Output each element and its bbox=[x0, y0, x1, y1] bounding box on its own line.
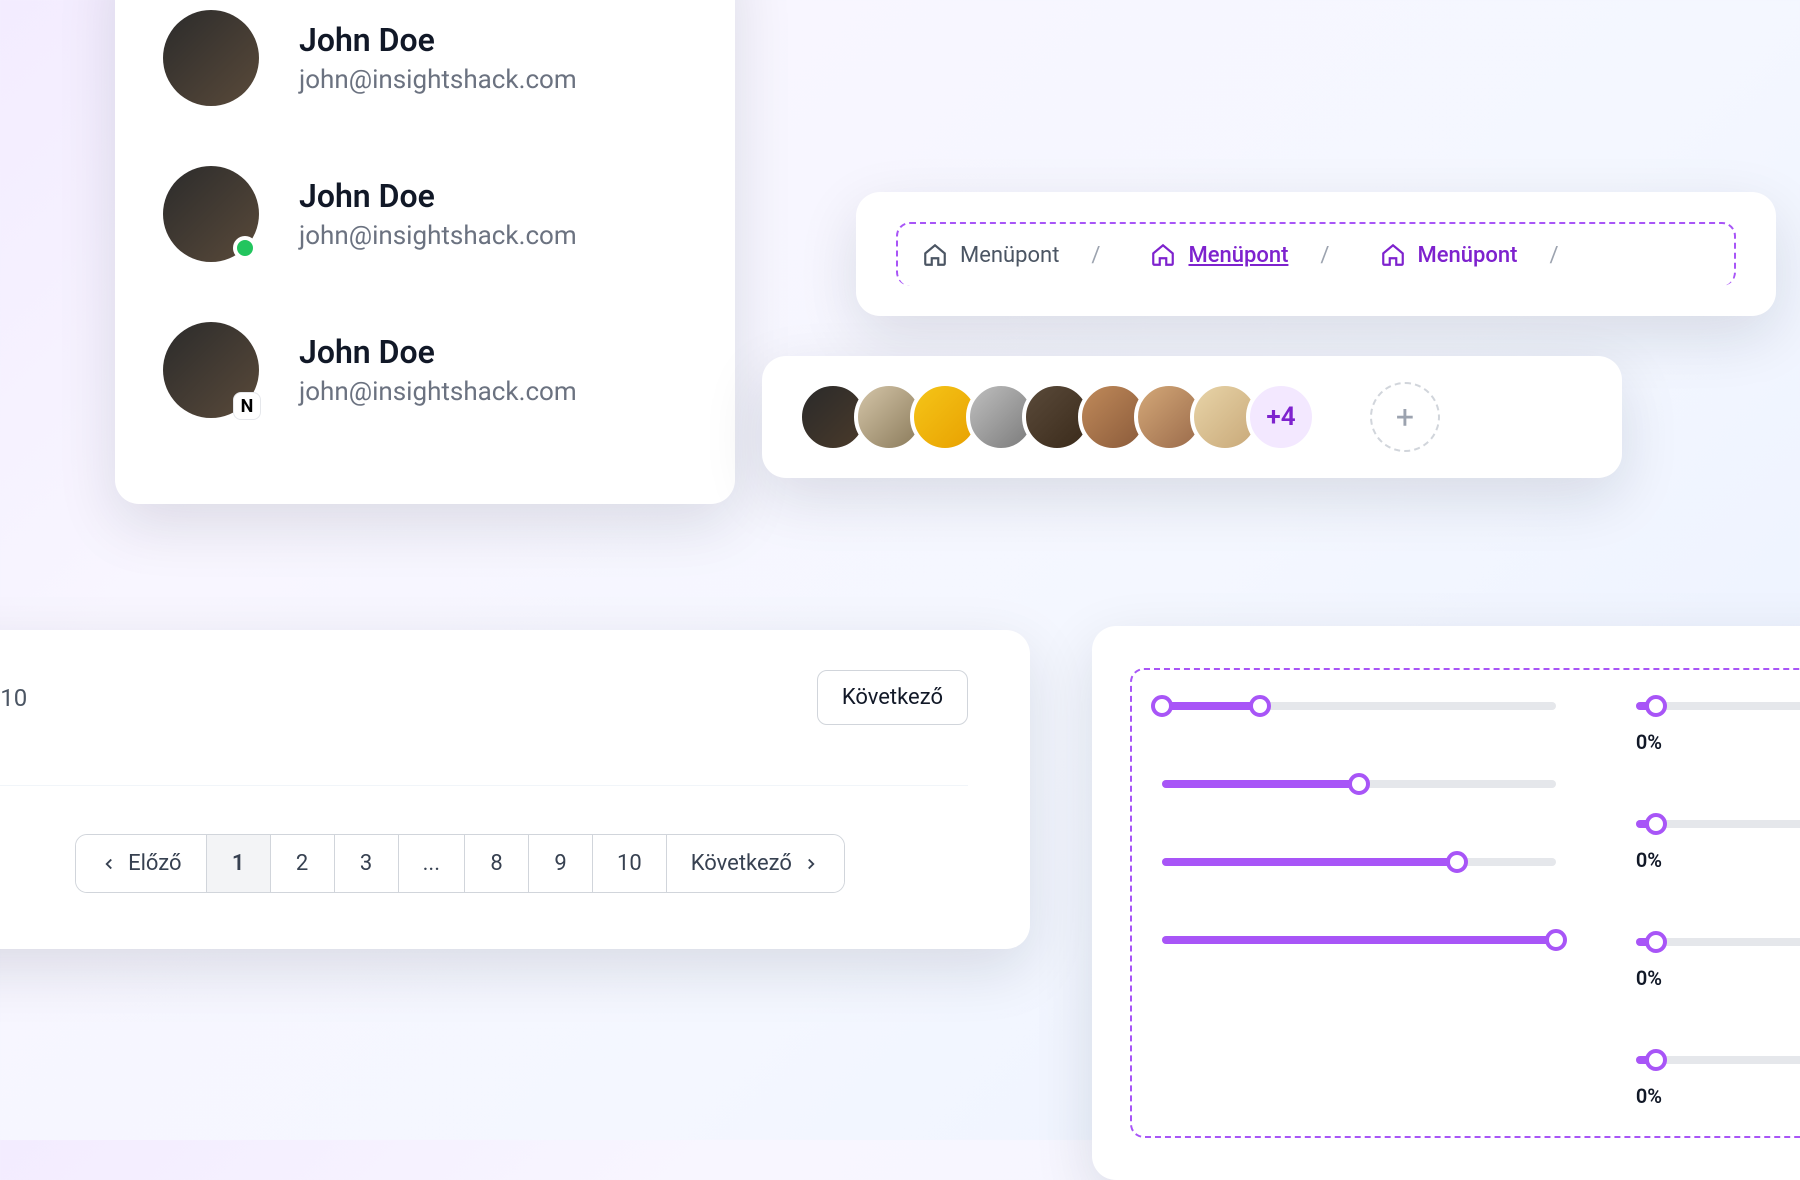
app-badge-icon: N bbox=[233, 392, 261, 420]
pagination: Előző 1 2 3 ... 8 9 10 Következő bbox=[75, 834, 845, 893]
pager-prev-label: Előző bbox=[128, 851, 182, 876]
slider-column-right: 0% 0% 0% 0% bbox=[1636, 698, 1800, 1108]
slider-handle[interactable] bbox=[1249, 695, 1271, 717]
slider[interactable] bbox=[1162, 776, 1556, 792]
status-online-icon bbox=[233, 236, 257, 260]
pager-page-button[interactable]: 2 bbox=[271, 835, 335, 892]
contact-name: John Doe bbox=[299, 177, 577, 215]
pager-page-button[interactable]: 8 bbox=[465, 835, 529, 892]
breadcrumb-label: Menüpont bbox=[1418, 243, 1518, 268]
plus-icon: + bbox=[1396, 398, 1414, 436]
avatar bbox=[163, 10, 259, 106]
breadcrumb-card: Menüpont / Menüpont / Menüpont / bbox=[856, 192, 1776, 316]
pager-page-button[interactable]: 9 bbox=[529, 835, 593, 892]
slider-column-left bbox=[1162, 698, 1556, 1108]
slider-value-label: 0% bbox=[1636, 1084, 1800, 1108]
slider-value-label: 0% bbox=[1636, 966, 1800, 990]
breadcrumb-item[interactable]: Menüpont / bbox=[922, 242, 1100, 268]
contact-row[interactable]: N John Doe john@insightshack.com bbox=[163, 292, 687, 448]
breadcrumb-separator: / bbox=[1091, 243, 1100, 268]
avatar-stack: +4 bbox=[798, 382, 1316, 452]
avatar bbox=[163, 166, 259, 262]
slider-handle[interactable] bbox=[1545, 929, 1567, 951]
slider[interactable] bbox=[1636, 1052, 1800, 1068]
slider-handle[interactable] bbox=[1151, 695, 1173, 717]
breadcrumb-separator: / bbox=[1549, 243, 1558, 268]
contact-name: John Doe bbox=[299, 333, 577, 371]
contact-row[interactable]: John Doe john@insightshack.com bbox=[163, 136, 687, 292]
breadcrumb-item[interactable]: Menüpont / bbox=[1380, 242, 1559, 268]
slider-handle[interactable] bbox=[1446, 851, 1468, 873]
chevron-right-icon bbox=[802, 855, 820, 873]
slider-handle[interactable] bbox=[1645, 931, 1667, 953]
slider[interactable] bbox=[1162, 932, 1556, 948]
breadcrumb-label: Menüpont bbox=[960, 243, 1059, 268]
pagination-card: al 1/10 Következő Előző 1 2 3 ... 8 9 10… bbox=[0, 630, 1030, 949]
pager-page-button[interactable]: 10 bbox=[593, 835, 667, 892]
pager-ellipsis: ... bbox=[399, 835, 465, 892]
pager-prev-button[interactable]: Előző bbox=[76, 835, 207, 892]
slider[interactable] bbox=[1162, 854, 1556, 870]
slider-value-label: 0% bbox=[1636, 730, 1800, 754]
slider-handle[interactable] bbox=[1645, 813, 1667, 835]
contact-email: john@insightshack.com bbox=[299, 377, 577, 407]
sliders-card: 0% 0% 0% 0% bbox=[1092, 626, 1800, 1180]
contact-email: john@insightshack.com bbox=[299, 65, 577, 95]
add-avatar-button[interactable]: + bbox=[1370, 382, 1440, 452]
slider[interactable] bbox=[1636, 816, 1800, 832]
pager-page-button[interactable]: 1 bbox=[207, 835, 271, 892]
pager-page-button[interactable]: 3 bbox=[335, 835, 399, 892]
slider-handle[interactable] bbox=[1348, 773, 1370, 795]
breadcrumb-separator: / bbox=[1320, 243, 1329, 268]
slider-handle[interactable] bbox=[1645, 695, 1667, 717]
slider-handle[interactable] bbox=[1645, 1049, 1667, 1071]
pager-next-label: Következő bbox=[691, 851, 792, 876]
next-button[interactable]: Következő bbox=[817, 670, 968, 725]
home-icon bbox=[1380, 242, 1406, 268]
contact-name: John Doe bbox=[299, 21, 577, 59]
slider[interactable] bbox=[1636, 934, 1800, 950]
range-slider[interactable] bbox=[1162, 698, 1556, 714]
chevron-left-icon bbox=[100, 855, 118, 873]
pager-next-button[interactable]: Következő bbox=[667, 835, 844, 892]
avatar-stack-card: +4 + bbox=[762, 356, 1622, 478]
contact-email: john@insightshack.com bbox=[299, 221, 577, 251]
home-icon bbox=[1150, 242, 1176, 268]
avatar: N bbox=[163, 322, 259, 418]
slider[interactable] bbox=[1636, 698, 1800, 714]
avatar-overflow[interactable]: +4 bbox=[1246, 382, 1316, 452]
breadcrumb: Menüpont / Menüpont / Menüpont / bbox=[896, 222, 1736, 286]
home-icon bbox=[922, 242, 948, 268]
breadcrumb-item[interactable]: Menüpont / bbox=[1150, 242, 1329, 268]
contact-row[interactable]: John Doe john@insightshack.com bbox=[163, 0, 687, 136]
page-indicator: al 1/10 bbox=[0, 684, 27, 712]
contacts-card: John Doe john@insightshack.com John Doe … bbox=[115, 0, 735, 504]
breadcrumb-label: Menüpont bbox=[1188, 243, 1288, 268]
slider-value-label: 0% bbox=[1636, 848, 1800, 872]
